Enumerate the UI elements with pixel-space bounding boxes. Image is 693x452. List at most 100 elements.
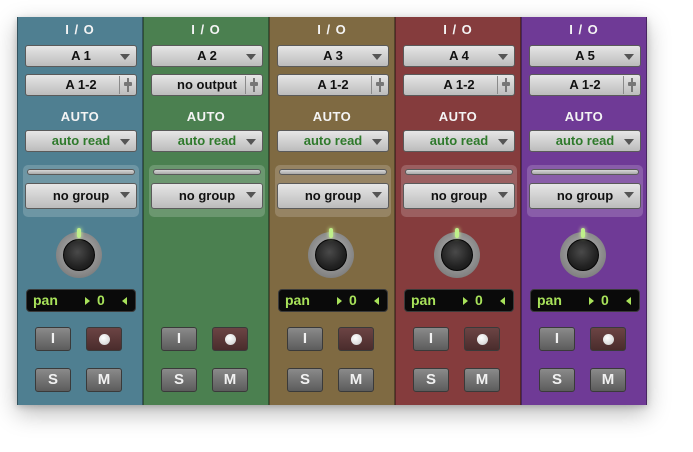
triangle-right-icon (85, 297, 90, 305)
triangle-left-icon (500, 297, 505, 305)
input-selector[interactable]: A 2 (151, 45, 263, 67)
group-selector[interactable]: no group (151, 183, 263, 209)
pan-display[interactable]: pan 0 (26, 289, 136, 312)
pan-knob-cap (63, 239, 95, 271)
solo-button[interactable]: S (539, 368, 575, 392)
solo-button[interactable]: S (287, 368, 323, 392)
chevron-down-icon (498, 192, 508, 198)
pan-knob-cap (567, 239, 599, 271)
mute-button[interactable]: M (86, 368, 122, 392)
output-label: A 1-2 (317, 77, 349, 92)
record-dot-icon (477, 334, 488, 345)
pan-value: 0 (349, 292, 357, 308)
group-selector[interactable]: no group (529, 183, 641, 209)
automation-mode-selector[interactable]: auto read (403, 130, 515, 152)
input-selector[interactable]: A 3 (277, 45, 389, 67)
output-selector[interactable]: A 1-2 (25, 74, 137, 96)
input-label: A 1 (71, 48, 91, 63)
group-selector[interactable]: no group (277, 183, 389, 209)
group-color-bar (405, 169, 513, 175)
record-enable-button[interactable] (212, 327, 248, 351)
pan-knob[interactable] (308, 228, 354, 278)
solo-button[interactable]: S (413, 368, 449, 392)
record-enable-button[interactable] (338, 327, 374, 351)
group-label: no group (556, 188, 614, 203)
input-monitor-button[interactable]: I (413, 327, 449, 351)
fader-icon (376, 78, 384, 92)
pan-display[interactable]: pan 0 (278, 289, 388, 312)
input-selector[interactable]: A 1 (25, 45, 137, 67)
mute-button[interactable]: M (590, 368, 626, 392)
automation-mode-selector[interactable]: auto read (151, 130, 263, 152)
input-monitor-button[interactable]: I (35, 327, 71, 351)
group-label: no group (430, 188, 488, 203)
output-selector[interactable]: A 1-2 (529, 74, 641, 96)
input-monitor-button[interactable]: I (161, 327, 197, 351)
triangle-left-icon (122, 297, 127, 305)
mixer-window: I / OA 1A 1-2 AUTO auto read no group pan 0 I S… (17, 17, 647, 405)
pan-display[interactable]: pan 0 (530, 289, 640, 312)
record-enable-button[interactable] (86, 327, 122, 351)
triangle-right-icon (463, 297, 468, 305)
group-selector[interactable]: no group (25, 183, 137, 209)
solo-button[interactable]: S (161, 368, 197, 392)
fader-icon (250, 78, 258, 92)
channel-strip-5: I / O A 5 A 1-2 AUTO auto read no group pan 0 I S… (521, 17, 647, 405)
io-header: I / O (65, 22, 95, 37)
input-label: A 4 (449, 48, 469, 63)
chevron-down-icon (246, 192, 256, 198)
mute-button[interactable]: M (212, 368, 248, 392)
automation-mode-selector[interactable]: auto read (277, 130, 389, 152)
input-monitor-button[interactable]: I (539, 327, 575, 351)
auto-header: AUTO (60, 109, 100, 124)
pan-knob-cap (315, 239, 347, 271)
group-color-bar (153, 169, 261, 175)
input-selector[interactable]: A 5 (529, 45, 641, 67)
group-selector[interactable]: no group (403, 183, 515, 209)
group-label: no group (178, 188, 236, 203)
automation-mode-selector[interactable]: auto read (529, 130, 641, 152)
output-selector[interactable]: no output (151, 74, 263, 96)
input-label: A 2 (197, 48, 217, 63)
group-label: no group (52, 188, 110, 203)
automation-mode-label: auto read (51, 133, 111, 148)
pan-knob[interactable] (434, 228, 480, 278)
pan-label: pan (411, 292, 436, 308)
mute-button[interactable]: M (338, 368, 374, 392)
io-header: I / O (317, 22, 347, 37)
chevron-down-icon (498, 54, 508, 60)
input-monitor-button[interactable]: I (287, 327, 323, 351)
pan-knob-indicator (77, 228, 81, 238)
automation-mode-selector[interactable]: auto read (25, 130, 137, 152)
channel-strip-3: I / O A 3 A 1-2 AUTO auto read no group pan 0 I S… (269, 17, 395, 405)
chevron-down-icon (498, 139, 508, 145)
chevron-down-icon (372, 139, 382, 145)
automation-mode-label: auto read (555, 133, 615, 148)
output-selector[interactable]: A 1-2 (403, 74, 515, 96)
input-selector[interactable]: A 4 (403, 45, 515, 67)
fader-icon (502, 78, 510, 92)
pan-knob[interactable] (56, 228, 102, 278)
triangle-right-icon (337, 297, 342, 305)
chevron-down-icon (624, 192, 634, 198)
mute-button[interactable]: M (464, 368, 500, 392)
chevron-down-icon (372, 192, 382, 198)
record-enable-button[interactable] (590, 327, 626, 351)
fader-icon (124, 78, 132, 92)
output-label: A 1-2 (569, 77, 601, 92)
selector-divider (623, 76, 624, 94)
io-header: I / O (191, 22, 221, 37)
selector-divider (119, 76, 120, 94)
group-color-bar (279, 169, 387, 175)
chevron-down-icon (246, 139, 256, 145)
pan-display[interactable]: pan 0 (404, 289, 514, 312)
record-enable-button[interactable] (464, 327, 500, 351)
output-label: A 1-2 (443, 77, 475, 92)
output-selector[interactable]: A 1-2 (277, 74, 389, 96)
pan-knob[interactable] (560, 228, 606, 278)
selector-divider (497, 76, 498, 94)
solo-button[interactable]: S (35, 368, 71, 392)
pan-knob-indicator (329, 228, 333, 238)
channel-strip-1: I / O A 1 A 1-2 AUTO auto read no group pan 0 I S… (17, 17, 143, 405)
auto-header: AUTO (186, 109, 226, 124)
